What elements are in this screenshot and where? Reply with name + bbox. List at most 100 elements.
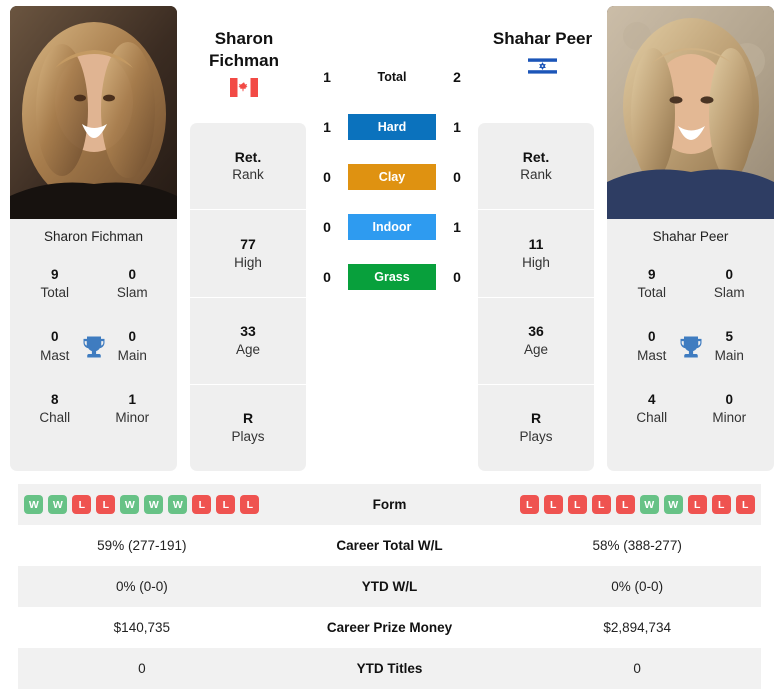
value-right: 58% (388-277)	[592, 538, 682, 553]
stat-row: Ret. Rank	[190, 123, 306, 211]
surface-badge-indoor[interactable]: Indoor	[348, 214, 436, 240]
trophy-icon	[677, 333, 705, 361]
surface-row-grass: 0 Grass 0	[306, 264, 478, 290]
stat-value: R	[242, 410, 254, 427]
player-left-stat-card: Ret. Rank 77 High 33 Age R Plays	[190, 123, 306, 471]
form-badge: W	[144, 495, 164, 514]
title-stat: 4 Chall	[613, 391, 691, 427]
title-stat: 0 Slam	[691, 266, 769, 302]
value-left: $140,735	[113, 620, 170, 635]
surface-breakdown: Sharon Fichman Shahar Peer 1 Total 2 1 H…	[209, 6, 592, 478]
value-right: 0	[633, 661, 641, 676]
table-row-label: YTD W/L	[361, 579, 418, 594]
player-comparison-page: Sharon Fichman 9 Total 0 Slam 0 Mast 0 Main …	[0, 0, 779, 699]
title-label: Slam	[116, 285, 148, 301]
form-badge: L	[591, 495, 611, 514]
title-value: 0	[725, 391, 733, 407]
surface-score-left: 0	[323, 169, 331, 185]
surface-score-right: 2	[453, 69, 461, 85]
player-right-column: Shahar Peer 9 Total 0 Slam 0 Mast 5 Main 4 Ch…	[607, 6, 774, 478]
table-row-label: Career Total W/L	[336, 538, 443, 553]
player-right-stat-card: Ret. Rank 11 High 36 Age R Plays	[478, 123, 594, 471]
surface-badge-hard[interactable]: Hard	[348, 114, 436, 140]
title-stat: 8 Chall	[16, 391, 94, 427]
title-stat: 9 Total	[613, 266, 691, 302]
title-label: Total	[40, 285, 70, 301]
stat-label: Age	[235, 341, 261, 357]
table-row-career-prize-money: $140,735 Career Prize Money $2,894,734	[18, 607, 761, 648]
form-badge: L	[687, 495, 707, 514]
stat-value: 77	[240, 235, 256, 252]
surface-score-left: 1	[323, 119, 331, 135]
title-label: Chall	[39, 410, 71, 426]
player-right-title-name: Shahar Peer	[652, 229, 729, 244]
player-left-name-line1: Sharon	[214, 29, 274, 48]
player-right-titles-grid: 9 Total 0 Slam 0 Mast 5 Main 4 Chall 0 Minor	[613, 266, 768, 427]
title-stat: 0 Minor	[691, 391, 769, 427]
form-badge: L	[72, 495, 92, 514]
title-label: Slam	[713, 285, 745, 301]
player-left-name-line2: Fichman	[209, 51, 279, 71]
stat-label: High	[234, 254, 262, 270]
stat-value: 33	[240, 323, 256, 340]
form-badge: W	[24, 495, 44, 514]
stat-label: Plays	[519, 429, 553, 445]
stat-value: 36	[528, 323, 544, 340]
trophy-icon	[80, 333, 108, 361]
surface-badge-clay[interactable]: Clay	[348, 164, 436, 190]
surface-score-left: 1	[323, 69, 331, 85]
form-badge: W	[639, 495, 659, 514]
stat-row: R Plays	[478, 385, 594, 471]
stat-label: Age	[523, 341, 549, 357]
surface-score-right: 1	[453, 119, 461, 135]
value-left: 0% (0-0)	[115, 579, 168, 594]
form-badge: L	[543, 495, 563, 514]
player-left-nameplate: Sharon Fichman	[184, 28, 304, 102]
player-right-photo	[607, 6, 774, 219]
stat-label: Plays	[231, 429, 265, 445]
player-left-titles-grid: 9 Total 0 Slam 0 Mast 0 Main 8 Chall 1 Minor	[16, 266, 171, 427]
stat-row: 33 Age	[190, 298, 306, 385]
surface-label: Total	[377, 70, 407, 84]
surface-score-right: 0	[453, 169, 461, 185]
title-value: 9	[647, 267, 656, 282]
value-left: 59% (277-191)	[97, 538, 187, 553]
form-badge: L	[711, 495, 731, 514]
israel-flag-icon	[528, 56, 557, 81]
form-badge: L	[216, 495, 236, 514]
stat-label: Rank	[232, 167, 264, 183]
title-stat: 0 Slam	[94, 266, 172, 302]
title-label: Total	[637, 285, 667, 301]
stat-value: R	[530, 410, 542, 427]
comparison-table: WWLLWWWLLL Form LLLLLWWLLL 59% (277-191)…	[18, 484, 761, 689]
value-right: $2,894,734	[603, 620, 671, 635]
form-right: LLLLLWWLLL	[513, 495, 761, 514]
canada-flag-icon	[230, 78, 258, 102]
title-label: Chall	[636, 410, 668, 426]
title-value: 1	[128, 391, 136, 407]
surface-score-right: 0	[453, 269, 461, 285]
title-value: 9	[50, 267, 59, 282]
form-badge: L	[567, 495, 587, 514]
title-value: 4	[647, 391, 656, 407]
form-badge: L	[615, 495, 635, 514]
surface-row-indoor: 0 Indoor 1	[306, 214, 478, 240]
player-left-titles-card: Sharon Fichman 9 Total 0 Slam 0 Mast 0 Main …	[10, 219, 177, 471]
table-row-form: WWLLWWWLLL Form LLLLLWWLLL	[18, 484, 761, 525]
form-badge: W	[168, 495, 188, 514]
stat-value: Ret.	[234, 148, 262, 165]
form-badge: L	[240, 495, 260, 514]
table-row-ytd-wl: 0% (0-0) YTD W/L 0% (0-0)	[18, 566, 761, 607]
title-label: Minor	[115, 410, 150, 426]
title-value: 0	[128, 267, 136, 282]
player-left-title-name: Sharon Fichman	[43, 229, 144, 244]
stat-value: 11	[528, 235, 544, 252]
form-badge: W	[663, 495, 683, 514]
table-row-label: YTD Titles	[356, 661, 423, 676]
player-right-name-line1: Shahar Peer	[492, 29, 593, 48]
surface-row-clay: 0 Clay 0	[306, 164, 478, 190]
title-label: Minor	[712, 410, 747, 426]
surface-badge-grass[interactable]: Grass	[348, 264, 436, 290]
form-badge: L	[96, 495, 116, 514]
stat-label: High	[522, 254, 550, 270]
